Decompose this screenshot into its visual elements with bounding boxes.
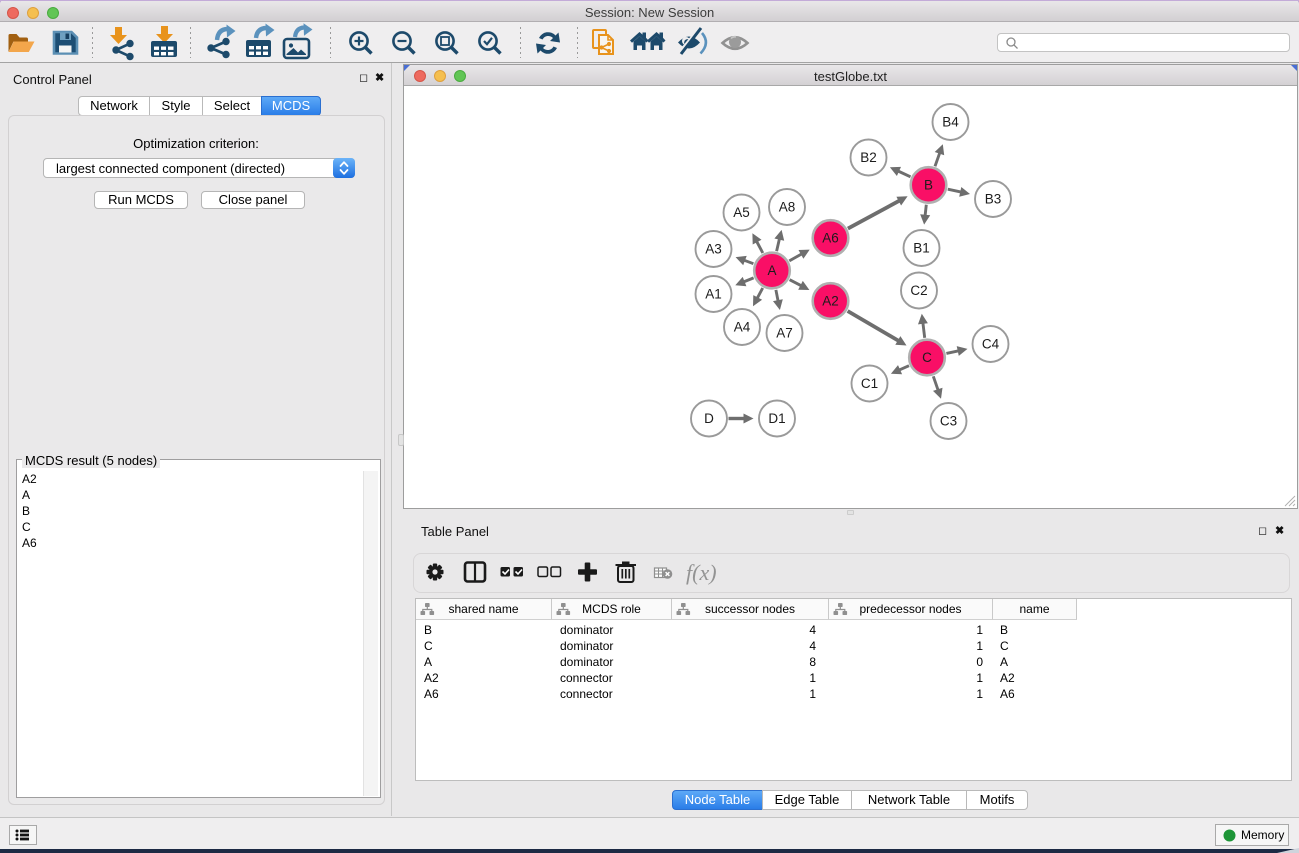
svg-text:A: A (767, 263, 776, 278)
svg-text:A7: A7 (776, 326, 793, 341)
svg-text:A2: A2 (822, 294, 839, 309)
svg-text:B3: B3 (985, 192, 1002, 207)
svg-text:A3: A3 (705, 242, 722, 257)
svg-text:B: B (924, 178, 933, 193)
svg-text:B2: B2 (860, 150, 877, 165)
svg-text:f(x): f(x) (686, 560, 717, 585)
svg-text:A6: A6 (822, 231, 839, 246)
svg-text:C1: C1 (861, 376, 878, 391)
svg-text:C4: C4 (982, 337, 1000, 352)
svg-text:B4: B4 (942, 115, 959, 130)
svg-text:D: D (704, 411, 714, 426)
svg-text:C3: C3 (940, 414, 957, 429)
svg-text:C: C (922, 350, 932, 365)
svg-text:A1: A1 (705, 287, 722, 302)
svg-text:B1: B1 (913, 241, 930, 256)
svg-text:A8: A8 (779, 200, 796, 215)
svg-text:A5: A5 (733, 205, 750, 220)
svg-text:A4: A4 (734, 320, 751, 335)
svg-text:C2: C2 (910, 283, 927, 298)
svg-text:D1: D1 (768, 411, 785, 426)
